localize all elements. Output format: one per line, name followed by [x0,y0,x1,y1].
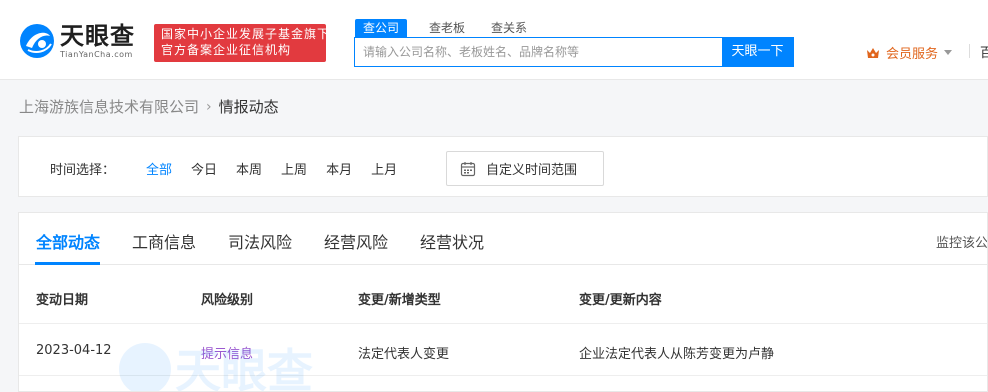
table-row: 2023-04-12 提示信息 法定代表人变更 企业法定代表人从陈芳变更为卢静 [19,324,987,376]
search-type-tabs: 查公司 查老板 查关系 [355,19,545,37]
column-header-change-content: 变更/更新内容 [579,293,662,308]
search-box: 天眼一下 [354,37,794,67]
slogan-badge: 国家中小企业发展子基金旗下 官方备案企业征信机构 [154,24,331,62]
time-option-today[interactable]: 今日 [191,159,217,178]
search-tab-relation[interactable]: 查关系 [483,19,535,37]
search-tab-boss[interactable]: 查老板 [421,19,473,37]
vip-service-menu[interactable]: 会员服务 [866,43,953,62]
header-divider [969,44,970,58]
column-header-date: 变动日期 [36,293,89,308]
slogan-line-2: 官方备案企业征信机构 [161,43,292,57]
logo-title: 天眼查 [60,22,135,50]
tab-operating-status[interactable]: 经营状况 [420,229,484,253]
header-more-link[interactable]: 百 [980,42,988,61]
active-tab-indicator [35,262,100,265]
chevron-down-icon [944,50,953,55]
row-change-type: 法定代表人变更 [358,347,450,362]
tab-all-dynamics[interactable]: 全部动态 [36,229,100,253]
tab-business-info[interactable]: 工商信息 [132,229,196,253]
vip-service-label: 会员服务 [886,47,939,62]
dynamics-tabs: 全部动态 工商信息 司法风险 经营风险 经营状况 监控该公 [19,213,987,265]
tab-operating-risk[interactable]: 经营风险 [324,229,388,253]
time-filter-options: 全部 今日 本周 上周 本月 上月 [146,159,416,178]
column-header-change-type: 变更/新增类型 [358,293,441,308]
top-header: 天眼查 TianYanCha.com 国家中小企业发展子基金旗下 官方备案企业征… [0,0,988,80]
tianyancha-logo[interactable]: 天眼查 TianYanCha.com [18,22,135,60]
chevron-right-icon: › [206,98,212,115]
dynamics-panel: 全部动态 工商信息 司法风险 经营风险 经营状况 监控该公 变动日期 风险级别 … [18,212,988,392]
time-filter-panel: 时间选择： 全部 今日 本周 上周 本月 上月 自定义时间范围 [18,136,988,197]
crown-icon [867,47,879,58]
search-button[interactable]: 天眼一下 [722,38,793,66]
logo-icon [20,24,54,58]
search-input[interactable] [355,38,723,66]
custom-time-range-label: 自定义时间范围 [486,163,578,178]
custom-time-range-button[interactable]: 自定义时间范围 [446,151,604,186]
row-date: 2023-04-12 [36,343,112,358]
search-tab-company[interactable]: 查公司 [355,19,408,37]
breadcrumb: 上海游族信息技术有限公司 › 情报动态 [19,96,279,117]
time-option-this-month[interactable]: 本月 [326,159,352,178]
slogan-line-1: 国家中小企业发展子基金旗下 [161,27,331,41]
breadcrumb-company-link[interactable]: 上海游族信息技术有限公司 [19,96,199,117]
time-filter-label: 时间选择： [50,163,116,178]
time-option-last-month[interactable]: 上月 [371,159,397,178]
calendar-icon [460,161,476,176]
row-change-content: 企业法定代表人从陈芳变更为卢静 [579,347,775,362]
monitor-company-link[interactable]: 监控该公 [936,232,987,251]
table-header: 变动日期 风险级别 变更/新增类型 变更/更新内容 [19,266,987,324]
breadcrumb-current: 情报动态 [218,98,279,116]
time-option-this-week[interactable]: 本周 [236,159,262,178]
row-risk-level[interactable]: 提示信息 [201,343,253,362]
time-option-all[interactable]: 全部 [146,159,172,178]
time-option-last-week[interactable]: 上周 [281,159,307,178]
logo-subtitle: TianYanCha.com [60,50,133,59]
tab-judicial-risk[interactable]: 司法风险 [228,229,292,253]
column-header-risk-level: 风险级别 [201,293,254,308]
